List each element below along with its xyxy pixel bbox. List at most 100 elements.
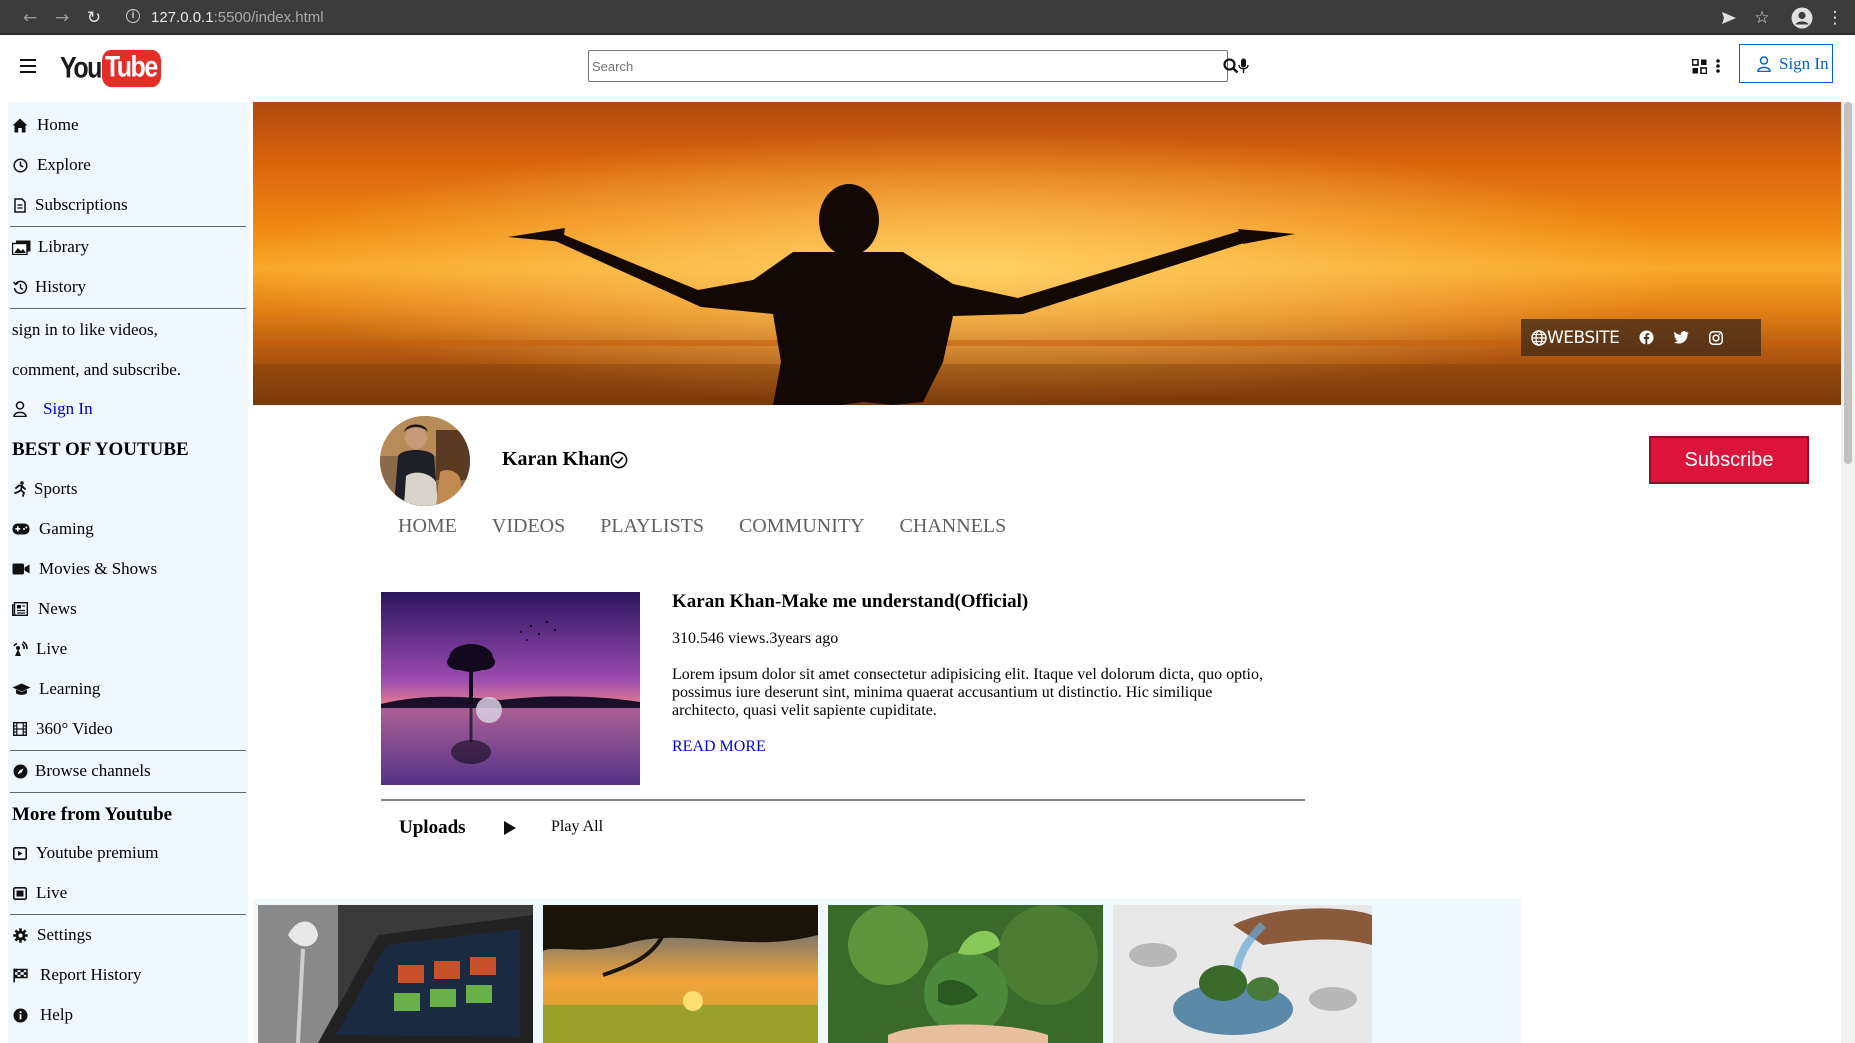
compass-filled-icon	[12, 763, 28, 779]
sidebar-item-label: Gaming	[39, 519, 94, 538]
featured-video-thumbnail[interactable]	[381, 592, 640, 785]
sidebar-item-label: Browse channels	[35, 761, 151, 780]
featured-video-description: Lorem ipsum dolor sit amet consectetur a…	[672, 666, 1263, 719]
banner-silhouette-image	[253, 102, 1841, 405]
sidebar-divider	[10, 750, 246, 751]
video-camera-icon	[12, 561, 30, 577]
sidebar-item-360-video[interactable]: 360° Video	[8, 713, 248, 745]
sidebar-item-gaming[interactable]: Gaming	[8, 513, 248, 545]
uploads-heading: Uploads	[399, 817, 466, 838]
forward-icon[interactable]: →	[49, 5, 75, 31]
sidebar-item-label: 360° Video	[36, 719, 113, 738]
sidebar-item-library[interactable]: Library	[8, 231, 248, 263]
sidebar-divider	[10, 792, 246, 793]
sidebar-item-label: News	[38, 599, 77, 618]
sidebar-item-browse-channels[interactable]: Browse channels	[8, 755, 248, 787]
broadcast-icon	[12, 641, 28, 657]
bookmark-star-icon[interactable]: ☆	[1751, 5, 1773, 31]
sidebar-item-label: Sports	[34, 479, 78, 498]
globe-icon	[1531, 329, 1547, 346]
send-icon[interactable]	[1718, 5, 1740, 31]
flag-icon	[12, 967, 28, 983]
sidebar-item-report-history[interactable]: Report History	[8, 959, 248, 991]
header-sign-in-button[interactable]: Sign In	[1739, 44, 1833, 83]
twitter-icon[interactable]	[1673, 330, 1689, 346]
upload-thumbnail[interactable]	[258, 905, 533, 1043]
instagram-icon[interactable]	[1708, 330, 1724, 346]
reload-icon[interactable]: ↻	[81, 5, 107, 31]
hamburger-menu-icon[interactable]	[20, 59, 36, 73]
browser-menu-icon[interactable]: ⋮	[1826, 5, 1844, 31]
logo-tube: Tube	[101, 49, 161, 87]
browser-toolbar: ← → ↻ i 127.0.0.1:5500/index.html ☆ ⋮	[0, 0, 1855, 35]
info-icon	[12, 1007, 28, 1023]
sidebar-item-youtube-premium[interactable]: Youtube premium	[8, 837, 248, 869]
sidebar-item-settings[interactable]: Settings	[8, 919, 248, 951]
channel-banner: WEBSITE	[253, 102, 1841, 405]
sidebar-item-label: Subscriptions	[35, 195, 128, 214]
sidebar-item-label: Explore	[37, 155, 91, 174]
search-input[interactable]	[588, 50, 1228, 82]
newspaper-icon	[12, 601, 28, 617]
user-icon	[1757, 55, 1771, 72]
live-box-icon	[12, 885, 28, 901]
website-link[interactable]: WEBSITE	[1531, 328, 1620, 348]
tab-home[interactable]: HOME	[398, 515, 457, 538]
graduation-cap-icon	[12, 681, 31, 697]
header-sign-in-label: Sign In	[1779, 53, 1829, 73]
sidebar-item-label: Library	[38, 237, 89, 256]
facebook-icon[interactable]	[1638, 330, 1654, 346]
site-info-icon[interactable]: i	[126, 9, 140, 23]
sidebar-item-label: Movies & Shows	[39, 559, 158, 578]
sidebar-signin-prompt-line2: comment, and subscribe.	[12, 360, 182, 379]
tab-channels[interactable]: CHANNELS	[900, 515, 1007, 538]
channel-name-text: Karan Khan	[502, 448, 611, 470]
sidebar-item-explore[interactable]: Explore	[8, 149, 248, 181]
sidebar-divider	[10, 226, 246, 227]
play-all-button[interactable]: Play All	[551, 818, 603, 836]
sidebar-item-sports[interactable]: Sports	[8, 473, 248, 505]
apps-grid-icon[interactable]	[1688, 55, 1710, 77]
sidebar-item-news[interactable]: News	[8, 593, 248, 625]
sidebar-item-subscriptions[interactable]: Subscriptions	[8, 189, 248, 221]
featured-divider	[381, 799, 1305, 801]
tab-videos[interactable]: VIDEOS	[492, 515, 565, 538]
home-icon	[12, 117, 28, 133]
scrollbar-thumb[interactable]	[1844, 102, 1852, 464]
sidebar-item-learning[interactable]: Learning	[8, 673, 248, 705]
upload-thumbnail[interactable]	[828, 905, 1103, 1043]
sidebar-item-history[interactable]: History	[8, 271, 248, 303]
profile-icon[interactable]	[1790, 5, 1814, 31]
page-scrollbar[interactable]	[1841, 102, 1855, 1043]
back-icon[interactable]: ←	[17, 5, 43, 31]
address-bar[interactable]: 127.0.0.1:5500/index.html	[151, 4, 324, 30]
sidebar-item-label: Live	[36, 883, 68, 902]
channel-avatar[interactable]	[380, 416, 470, 506]
tab-playlists[interactable]: PLAYLISTS	[600, 515, 704, 538]
microphone-icon[interactable]	[1236, 55, 1250, 77]
upload-thumbnail[interactable]	[1113, 905, 1372, 1043]
sidebar: Home Explore Subscriptions Library Histo…	[8, 102, 248, 1043]
page-left-edge	[0, 35, 8, 1043]
play-icon[interactable]	[503, 820, 517, 836]
sidebar-item-help[interactable]: Help	[8, 999, 248, 1031]
top-header: You Tube Sign In	[8, 35, 1841, 102]
sidebar-sign-in-link[interactable]: Sign In	[8, 393, 248, 425]
read-more-link[interactable]: READ MORE	[672, 738, 766, 756]
more-from-youtube-heading: More from Youtube	[12, 804, 173, 825]
youtube-logo[interactable]: You Tube	[60, 49, 161, 87]
banner-links: WEBSITE	[1521, 319, 1761, 356]
featured-video-title[interactable]: Karan Khan-Make me understand(Official)	[672, 591, 1028, 613]
sidebar-signin-prompt-line1: sign in to like videos,	[12, 320, 158, 339]
more-vertical-icon[interactable]	[1711, 55, 1725, 77]
tab-community[interactable]: COMMUNITY	[739, 515, 865, 538]
sidebar-item-movies-shows[interactable]: Movies & Shows	[8, 553, 248, 585]
sidebar-divider	[10, 914, 246, 915]
sidebar-item-live[interactable]: Live	[8, 633, 248, 665]
sidebar-item-home[interactable]: Home	[8, 109, 248, 141]
sidebar-item-label: Home	[37, 115, 79, 134]
upload-thumbnail[interactable]	[543, 905, 818, 1043]
sidebar-item-live-more[interactable]: Live	[8, 877, 248, 909]
subscribe-button[interactable]: Subscribe	[1649, 436, 1809, 484]
sidebar-divider	[10, 308, 246, 309]
